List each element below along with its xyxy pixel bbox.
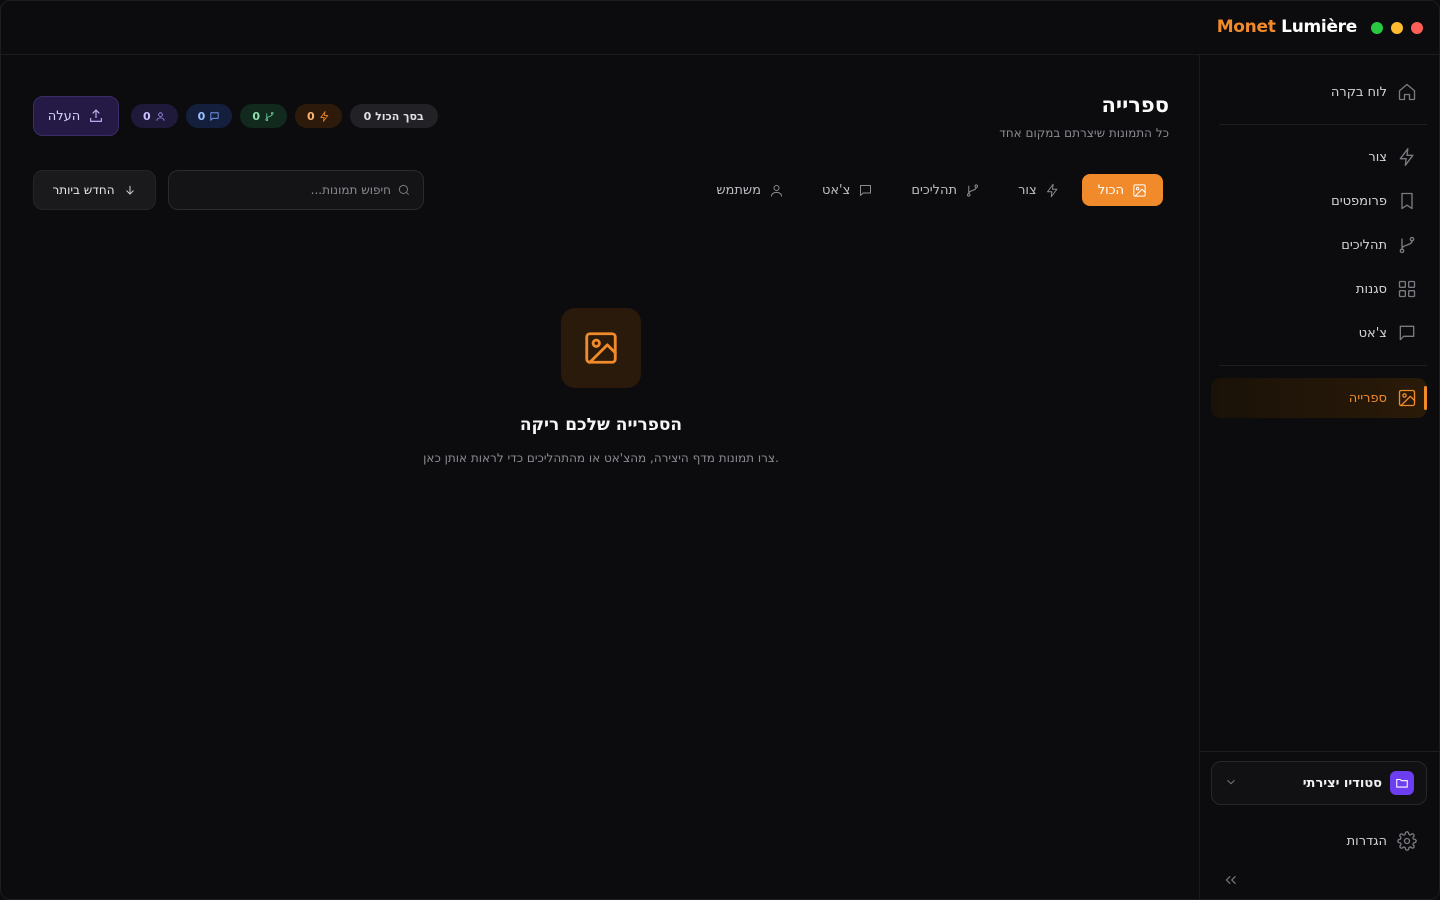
sidebar-item-prompts[interactable]: פרומפטים bbox=[1211, 181, 1427, 221]
image-icon bbox=[1133, 183, 1146, 197]
stat-value: 0 bbox=[306, 109, 315, 123]
gear-icon bbox=[1397, 831, 1417, 851]
user-icon bbox=[770, 184, 782, 197]
stat-chat-badge: 0 bbox=[185, 104, 233, 128]
stat-total-badge: 0 בסך הכול bbox=[349, 104, 438, 128]
title-bar: Monet Lumière bbox=[1, 1, 1439, 55]
upload-icon bbox=[90, 109, 103, 122]
stats-bar: 0 0 0 0 0 בסך הכול bbox=[131, 104, 438, 128]
lightning-icon bbox=[319, 110, 329, 122]
arrow-down-icon bbox=[125, 185, 134, 195]
git-branch-icon bbox=[967, 183, 979, 197]
search-icon bbox=[398, 184, 410, 196]
tab-label: צ'אט bbox=[821, 182, 851, 198]
workspace-avatar bbox=[1390, 771, 1414, 795]
tab-label: הכול bbox=[1097, 182, 1124, 198]
stat-total-label: 0 בסך הכול bbox=[363, 109, 424, 123]
stat-value: 0 bbox=[252, 109, 260, 123]
user-icon bbox=[156, 111, 165, 121]
sidebar-divider bbox=[1219, 124, 1427, 125]
upload-label: העלה bbox=[47, 108, 81, 124]
tab-chat[interactable]: צ'אט bbox=[806, 174, 889, 206]
chevron-down-icon bbox=[1224, 774, 1238, 793]
app-logo: Monet Lumière bbox=[1216, 17, 1358, 37]
sidebar-item-label: לוח בקרה bbox=[1330, 84, 1387, 100]
sidebar-item-label: סגנות bbox=[1355, 281, 1387, 297]
sidebar-item-workflows[interactable]: תהליכים bbox=[1211, 225, 1427, 265]
close-window-button[interactable] bbox=[1411, 22, 1423, 34]
grid-icon bbox=[1398, 280, 1416, 298]
sidebar-divider bbox=[1199, 751, 1439, 752]
empty-state-subtitle: צרו תמונות מדף היצירה, מהצ'אט או מהתהליכ… bbox=[423, 451, 779, 465]
image-icon bbox=[585, 332, 617, 364]
sort-label: החדש ביותר bbox=[52, 183, 115, 197]
git-branch-icon bbox=[265, 111, 274, 121]
search-input[interactable] bbox=[181, 183, 391, 197]
sidebar-item-label: ספרייה bbox=[1348, 390, 1387, 406]
app-window: Monet Lumière לוח בקרה צור פרומפטים תהלי… bbox=[0, 0, 1440, 900]
home-icon bbox=[1398, 83, 1416, 101]
filter-tabs: הכול צור תהליכים צ'אט משתמש bbox=[700, 174, 1163, 206]
brand-secondary: Lumière bbox=[1281, 17, 1357, 37]
page-title: ספרייה bbox=[1101, 93, 1169, 117]
tab-label: צור bbox=[1018, 182, 1037, 198]
empty-state-icon-box bbox=[561, 308, 641, 388]
stat-users-badge: 0 bbox=[131, 104, 178, 128]
sidebar-item-label: תהליכים bbox=[1341, 237, 1387, 253]
sidebar-item-label: פרומפטים bbox=[1331, 193, 1387, 209]
sidebar-item-label: צ'אט bbox=[1358, 325, 1387, 341]
sidebar: לוח בקרה צור פרומפטים תהליכים סגנות צ'אט… bbox=[1199, 55, 1439, 899]
upload-button[interactable]: העלה bbox=[33, 96, 119, 136]
lightning-icon bbox=[1046, 183, 1058, 197]
tab-all[interactable]: הכול bbox=[1081, 174, 1163, 206]
sidebar-item-library[interactable]: ספרייה bbox=[1211, 378, 1427, 418]
workspace-label: סטודיו יצירתי bbox=[1302, 775, 1382, 791]
stat-workflows-badge: 0 bbox=[240, 104, 287, 128]
minimize-window-button[interactable] bbox=[1391, 22, 1403, 34]
image-icon bbox=[1398, 389, 1416, 407]
sidebar-item-label: הגדרות bbox=[1346, 833, 1387, 849]
brand-primary: Monet bbox=[1216, 17, 1276, 37]
workspace-selector[interactable]: סטודיו יצירתי bbox=[1211, 761, 1427, 805]
search-box bbox=[168, 170, 424, 210]
sidebar-item-styles[interactable]: סגנות bbox=[1211, 269, 1427, 309]
sidebar-item-create[interactable]: צור bbox=[1211, 137, 1427, 177]
chevrons-left-icon bbox=[1225, 875, 1236, 885]
chat-icon bbox=[210, 111, 219, 121]
chat-icon bbox=[1399, 325, 1415, 341]
tab-label: משתמש bbox=[716, 182, 761, 198]
empty-state-title: הספרייה שלכם ריקה bbox=[519, 415, 683, 435]
active-indicator bbox=[1424, 386, 1427, 410]
tab-label: תהליכים bbox=[911, 182, 958, 198]
sidebar-item-settings[interactable]: הגדרות bbox=[1211, 821, 1427, 861]
tab-create[interactable]: צור bbox=[1002, 174, 1076, 206]
sidebar-divider bbox=[1219, 365, 1427, 366]
bookmark-icon bbox=[1401, 192, 1413, 210]
page-subtitle: כל התמונות שיצרתם במקום אחד bbox=[999, 126, 1169, 140]
git-branch-icon bbox=[1399, 236, 1415, 254]
stat-value: 0 bbox=[143, 109, 151, 123]
collapse-sidebar-button[interactable] bbox=[1222, 871, 1240, 889]
main-content: ספרייה כל התמונות שיצרתם במקום אחד העלה … bbox=[1, 55, 1201, 899]
window-controls bbox=[1371, 22, 1423, 34]
folder-icon bbox=[1396, 778, 1408, 788]
sort-dropdown[interactable]: החדש ביותר bbox=[33, 170, 156, 210]
tab-user[interactable]: משתמש bbox=[700, 174, 800, 206]
sidebar-item-label: צור bbox=[1368, 149, 1387, 165]
sidebar-item-chat[interactable]: צ'אט bbox=[1211, 313, 1427, 353]
maximize-window-button[interactable] bbox=[1371, 22, 1383, 34]
chat-icon bbox=[860, 184, 872, 196]
stat-value: 0 bbox=[197, 109, 206, 123]
sidebar-item-dashboard[interactable]: לוח בקרה bbox=[1211, 72, 1427, 112]
stat-generate-badge: 0 bbox=[294, 104, 342, 128]
tab-workflows[interactable]: תהליכים bbox=[895, 174, 996, 206]
lightning-icon bbox=[1399, 148, 1414, 166]
